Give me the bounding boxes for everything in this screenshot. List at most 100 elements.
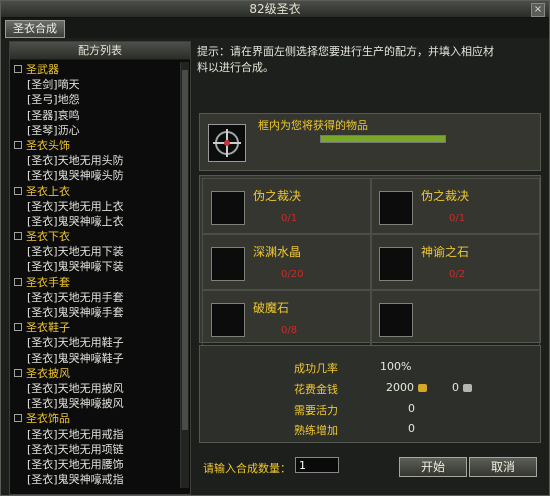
recipe-category[interactable]: 圣武器 <box>10 62 178 77</box>
result-panel: 框内为您将获得的物品 <box>199 113 541 171</box>
silver-coin-icon <box>462 384 472 392</box>
gold-value: 2000 <box>386 381 427 394</box>
recipe-item[interactable]: [圣衣]天地无用腰饰 <box>10 457 178 472</box>
material-count: 0/8 <box>281 325 298 336</box>
expand-box-icon[interactable] <box>14 65 22 73</box>
material-slot[interactable] <box>379 303 413 337</box>
recipe-item[interactable]: [圣弓]地怨 <box>10 92 178 107</box>
start-button[interactable]: 开始 <box>399 457 467 477</box>
expand-box-icon[interactable] <box>14 140 22 149</box>
recipe-item[interactable]: [圣琴]沥心 <box>10 123 178 138</box>
recipe-category-label: 圣衣下衣 <box>26 230 70 244</box>
recipe-category[interactable]: 圣衣头饰 <box>10 138 178 153</box>
crafting-window: 82级圣衣 × 圣衣合成 配方列表 圣武器 [圣剑]嘀天 [圣弓]地怨 [圣器]哀鸣[… <box>0 0 550 496</box>
progress-fill <box>321 136 445 142</box>
quantity-label: 请输入合成数量： <box>203 462 291 475</box>
close-icon[interactable]: × <box>531 3 545 17</box>
recipe-item[interactable]: [圣衣]天地无用鞋子 <box>10 335 178 350</box>
stats-panel: 成功几率 100% 花费金钱 2000 0 需要活力 0 熟练增加 0 <box>199 345 541 443</box>
recipe-item[interactable]: [圣衣]鬼哭神嚎手套 <box>10 305 178 320</box>
recipe-tree: 圣武器 [圣剑]嘀天 [圣弓]地怨 [圣器]哀鸣 [圣琴]沥心 圣衣头饰 [圣衣]天地无用头… <box>10 62 178 487</box>
cancel-button[interactable]: 取消 <box>469 457 537 477</box>
result-label: 框内为您将获得的物品 <box>258 119 368 132</box>
silver-value: 0 <box>452 381 472 394</box>
recipe-item[interactable]: [圣衣]天地无用头防 <box>10 153 178 168</box>
material-name: 深渊水晶 <box>253 245 302 259</box>
hint-line: 提示：请在界面左侧选择您要进行生产的配方，并填入相应材 <box>197 45 494 58</box>
material-count: 0/2 <box>449 269 466 280</box>
gold-amount: 2000 <box>386 381 414 394</box>
recipe-category-label: 圣衣饰品 <box>26 412 70 426</box>
skill-value: 0 <box>408 422 415 435</box>
material-cell: 破魔石 0/8 <box>202 290 372 346</box>
recipe-category[interactable]: 圣衣下衣 <box>10 229 178 244</box>
material-slot[interactable] <box>211 247 245 281</box>
recipe-item[interactable]: [圣衣]天地无用下装 <box>10 244 178 259</box>
material-name: 伪之裁决 <box>253 189 302 203</box>
result-slot[interactable] <box>208 124 246 162</box>
expand-box-icon[interactable] <box>14 368 22 377</box>
gold-label: 花费金钱 <box>294 383 338 396</box>
recipe-item[interactable]: [圣衣]天地无用披风 <box>10 381 178 396</box>
recipe-item[interactable]: [圣衣]天地无用项链 <box>10 442 178 457</box>
material-name: 破魔石 <box>253 301 290 315</box>
material-cell: 神谕之石 0/2 <box>370 234 540 290</box>
material-count: 0/1 <box>449 213 466 224</box>
scrollbar-thumb[interactable] <box>182 70 188 430</box>
recipe-scrollbar[interactable] <box>180 62 189 488</box>
recipe-item[interactable]: [圣衣]鬼哭神嚎戒指 <box>10 472 178 487</box>
material-cell: 伪之裁决 0/1 <box>202 178 372 234</box>
material-cell <box>370 290 540 346</box>
recipe-category-label: 圣衣披风 <box>26 366 70 380</box>
success-value: 100% <box>380 360 412 373</box>
material-slot[interactable] <box>211 191 245 225</box>
silver-amount: 0 <box>452 381 459 394</box>
recipe-item[interactable]: [圣衣]天地无用上衣 <box>10 199 178 214</box>
material-slot[interactable] <box>379 247 413 281</box>
material-cell: 伪之裁决 0/1 <box>370 178 540 234</box>
expand-box-icon[interactable] <box>14 277 22 286</box>
recipe-item[interactable]: [圣剑]嘀天 <box>10 77 178 92</box>
recipe-item[interactable]: [圣衣]鬼哭神嚎头防 <box>10 168 178 183</box>
success-label: 成功几率 <box>294 362 338 375</box>
tab-craft[interactable]: 圣衣合成 <box>5 20 65 38</box>
material-slot[interactable] <box>379 191 413 225</box>
hint-text: 提示：请在界面左侧选择您要进行生产的配方，并填入相应材 料以进行合成。 <box>197 44 537 76</box>
recipe-category-label: 圣武器 <box>26 63 59 76</box>
recipe-category[interactable]: 圣衣手套 <box>10 275 178 290</box>
expand-box-icon[interactable] <box>14 232 22 241</box>
tab-row: 圣衣合成 <box>1 18 549 38</box>
recipe-category-label: 圣衣头饰 <box>26 138 70 152</box>
material-name: 神谕之石 <box>421 245 470 259</box>
window-title: 82级圣衣 <box>249 2 301 16</box>
window-titlebar[interactable]: 82级圣衣 × <box>1 1 549 18</box>
recipe-category[interactable]: 圣衣饰品 <box>10 411 178 426</box>
recipe-category-label: 圣衣鞋子 <box>26 321 70 335</box>
energy-value: 0 <box>408 402 415 415</box>
expand-box-icon[interactable] <box>14 414 22 423</box>
expand-box-icon[interactable] <box>14 186 22 195</box>
material-slot[interactable] <box>211 303 245 337</box>
energy-label: 需要活力 <box>294 404 338 417</box>
recipe-category[interactable]: 圣衣鞋子 <box>10 320 178 335</box>
compass-icon <box>213 129 241 157</box>
recipe-category-label: 圣衣上衣 <box>26 184 70 198</box>
materials-grid: 伪之裁决 0/1 伪之裁决 0/1 深渊水晶 0/20 神谕之石 0/2 破魔石 0/8 <box>199 175 541 346</box>
bottom-bar: 请输入合成数量： 开始 取消 <box>199 457 539 479</box>
recipe-item[interactable]: [圣衣]鬼哭神嚎上衣 <box>10 214 178 229</box>
recipe-item[interactable]: [圣衣]天地无用戒指 <box>10 427 178 442</box>
recipe-item[interactable]: [圣衣]天地无用手套 <box>10 290 178 305</box>
recipe-item[interactable]: [圣衣]鬼哭神嚎下装 <box>10 259 178 274</box>
recipe-category-label: 圣衣手套 <box>26 275 70 289</box>
gold-coin-icon <box>417 384 427 392</box>
material-count: 0/20 <box>281 269 304 280</box>
recipe-item[interactable]: [圣衣]鬼哭神嚎鞋子 <box>10 351 178 366</box>
recipe-item[interactable]: [圣器]哀鸣 <box>10 108 178 123</box>
quantity-input[interactable] <box>295 457 339 473</box>
recipe-category[interactable]: 圣衣披风 <box>10 366 178 381</box>
expand-box-icon[interactable] <box>14 323 22 332</box>
material-name: 伪之裁决 <box>421 189 470 203</box>
material-count: 0/1 <box>281 213 298 224</box>
recipe-item[interactable]: [圣衣]鬼哭神嚎披风 <box>10 396 178 411</box>
recipe-category[interactable]: 圣衣上衣 <box>10 184 178 199</box>
